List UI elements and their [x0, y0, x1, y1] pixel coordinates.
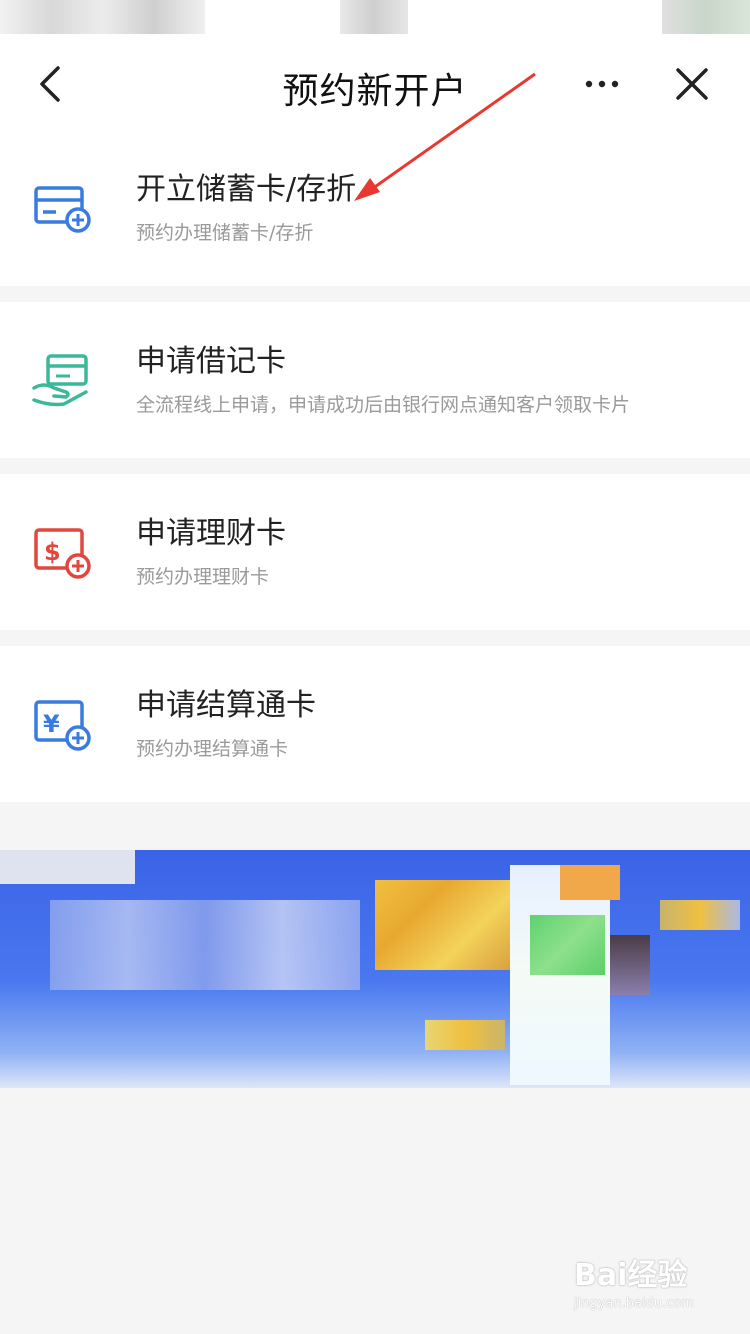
- svg-text:$: $: [44, 538, 61, 566]
- item-title: 申请理财卡: [136, 516, 286, 551]
- watermark: Bai经验 jingyan.baidu.com: [574, 1250, 724, 1320]
- dollar-card-add-icon: $: [34, 528, 91, 579]
- banner-blur-yellow-bottom: [425, 1020, 505, 1050]
- promo-banner[interactable]: [0, 850, 750, 1088]
- banner-blur-topleft: [0, 850, 135, 884]
- svg-text:¥: ¥: [43, 710, 60, 738]
- close-button[interactable]: [670, 62, 714, 106]
- banner-blur-green: [530, 915, 605, 975]
- yuan-card-add-icon: ¥: [34, 700, 91, 751]
- item-title: 申请借记卡: [136, 344, 286, 379]
- watermark-url: jingyan.baidu.com: [574, 1296, 694, 1311]
- status-bar: [0, 0, 750, 40]
- banner-blur-text: [50, 900, 360, 990]
- banner-blur-dark: [610, 935, 650, 995]
- status-bar-blur-left: [0, 0, 205, 34]
- status-bar-blur-right: [662, 0, 750, 34]
- card-add-icon: [34, 186, 91, 233]
- more-button[interactable]: [580, 66, 624, 102]
- banner-blur-right-gold: [660, 900, 740, 930]
- item-description: 预约办理储蓄卡/存折: [136, 222, 314, 244]
- list-item-apply-debit-card[interactable]: 申请借记卡 全流程线上申请，申请成功后由银行网点通知客户领取卡片: [0, 302, 750, 458]
- item-description: 全流程线上申请，申请成功后由银行网点通知客户领取卡片: [136, 394, 631, 416]
- watermark-logo: Bai经验: [574, 1258, 688, 1293]
- list-item-apply-settlement-card[interactable]: ¥ 申请结算通卡 预约办理结算通卡: [0, 646, 750, 802]
- list-item-apply-wealth-card[interactable]: $ 申请理财卡 预约办理理财卡: [0, 474, 750, 630]
- annotation-arrow-icon: [354, 72, 536, 201]
- more-horizontal-icon: [585, 80, 619, 88]
- hand-card-icon: [32, 354, 88, 407]
- item-title: 开立储蓄卡/存折: [136, 172, 357, 207]
- banner-blur-orange: [560, 865, 620, 900]
- item-description: 预约办理结算通卡: [136, 738, 289, 760]
- item-description: 预约办理理财卡: [136, 566, 270, 588]
- close-icon: [676, 68, 708, 100]
- status-bar-blur-center: [340, 0, 408, 34]
- banner-blur-gold: [375, 880, 510, 970]
- item-title: 申请结算通卡: [136, 688, 316, 723]
